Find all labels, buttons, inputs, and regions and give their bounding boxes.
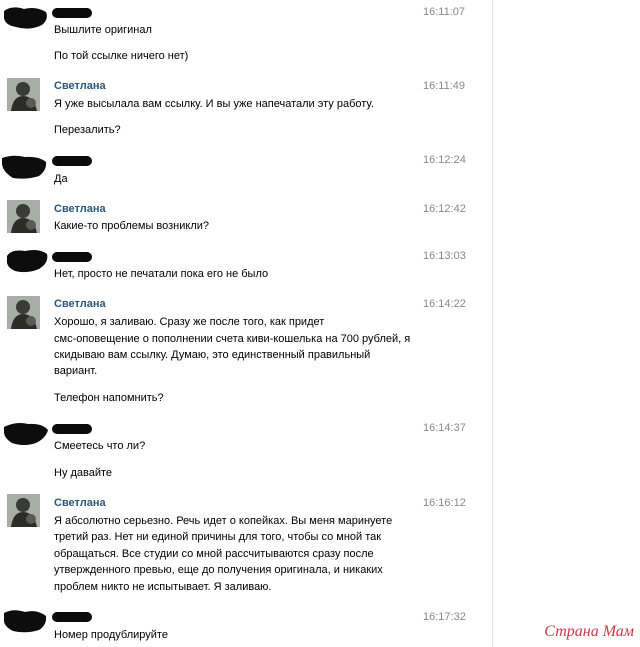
watermark: Страна Мам [544,623,634,640]
sender-name[interactable]: Светлана [54,497,106,509]
timestamp: 16:17:32 [423,611,466,623]
sender-name-redacted [52,252,92,262]
timestamp: 16:14:22 [423,298,466,310]
message-text: Я абсолютно серьезно. Речь идет о копейк… [54,515,393,527]
timestamp: 16:16:12 [423,497,466,509]
avatar[interactable] [1,154,49,180]
message-text: Смеетесь что ли? [54,440,146,452]
sender-name-redacted [52,612,92,622]
message-text: Вышлите оригинал [54,24,152,36]
message-text: Номер продублируйте [54,629,168,641]
timestamp: 16:12:42 [423,203,466,215]
timestamp: 16:11:49 [423,80,466,92]
message-text: Перезалить? [54,124,121,136]
avatar[interactable] [7,494,40,527]
message-text: Нет, просто не печатали пока его не было [54,268,269,280]
message-text: Я уже высылала вам ссылку. И вы уже напе… [54,98,374,110]
timestamp: 16:11:07 [423,6,466,18]
message-text: утвержденного превью, еще до получения о… [54,564,383,576]
message-text: смс-оповещение о пополнении счета киви-к… [54,333,411,345]
timestamp: 16:12:24 [423,154,466,166]
message-text: Ну давайте [54,467,113,479]
sender-name-redacted [52,424,92,434]
avatar[interactable] [1,608,49,634]
message-text: вариант. [54,365,98,377]
sender-name[interactable]: Светлана [54,298,106,310]
column-divider [492,0,493,647]
sender-name[interactable]: Светлана [54,203,106,215]
message-text: обращаться. Все студии со мной рассчитыв… [54,548,374,560]
message-text: третий раз. Нет ни единой причины для то… [54,531,382,543]
avatar[interactable] [2,5,50,31]
timestamp: 16:14:37 [423,422,466,434]
message-text: Какие-то проблемы возникли? [54,220,210,232]
avatar[interactable] [7,200,40,233]
sender-name-redacted [52,8,92,18]
avatar[interactable] [3,248,51,274]
avatar[interactable] [7,78,40,111]
avatar[interactable] [2,421,50,447]
sender-name[interactable]: Светлана [54,80,106,92]
message-text: Хорошо, я заливаю. Сразу же после того, … [54,316,325,328]
sender-name-redacted [52,156,92,166]
message-text: По той ссылке ничего нет) [54,50,189,62]
message-text: скидываю вам ссылку. Думаю, это единстве… [54,349,371,361]
timestamp: 16:13:03 [423,250,466,262]
message-text: проблем никто не испытывает. Я заливаю. [54,581,272,593]
message-text: Телефон напомнить? [54,392,164,404]
message-text: Да [54,173,68,185]
avatar[interactable] [7,296,40,329]
